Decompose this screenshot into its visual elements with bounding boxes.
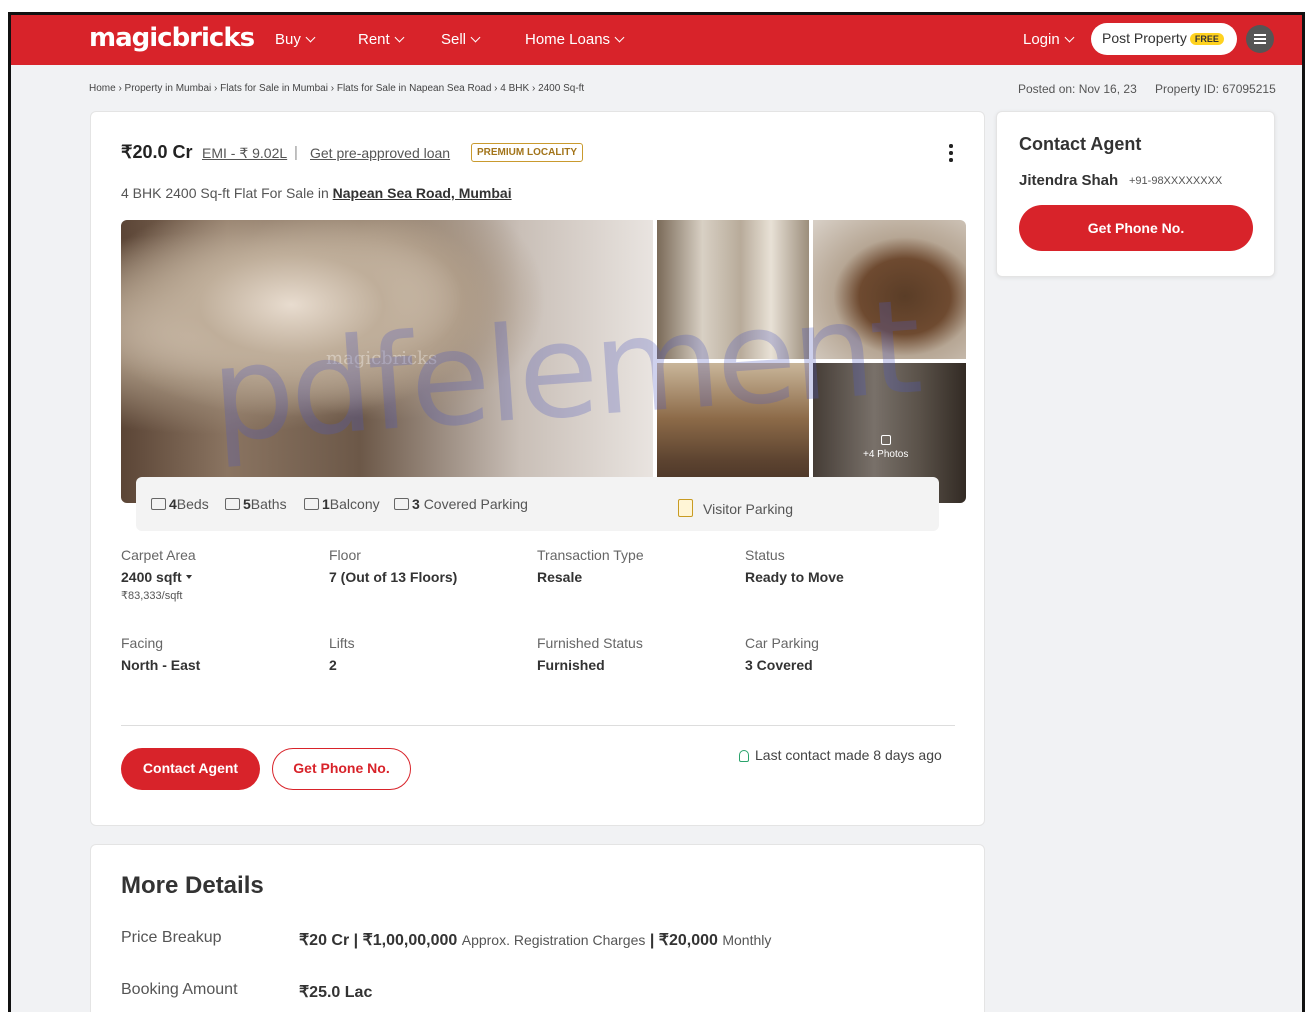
- spec-value: Resale: [537, 569, 583, 585]
- price-breakup-value: ₹20 Cr | ₹1,00,00,000 Approx. Registrati…: [299, 932, 772, 949]
- bath-icon: [225, 498, 240, 510]
- price-breakup-label: Price Breakup: [121, 929, 222, 946]
- chevron-down-icon: [470, 32, 481, 43]
- agent-get-phone-button[interactable]: Get Phone No.: [1019, 205, 1253, 251]
- spec-value: North - East: [121, 657, 201, 673]
- spec-label: Transaction Type: [537, 547, 644, 563]
- last-contact-info: Last contact made 8 days ago: [739, 747, 942, 763]
- price-per-sqft: ₹83,333/sqft: [121, 590, 183, 602]
- more-details-card: More Details Price Breakup ₹20 Cr | ₹1,0…: [90, 844, 985, 1012]
- emi-link[interactable]: EMI - ₹ 9.02L: [202, 145, 287, 162]
- magicbricks-logo[interactable]: magicbricks: [89, 23, 255, 53]
- nav-buy[interactable]: Buy: [275, 31, 316, 48]
- nav-sell-label: Sell: [441, 31, 467, 48]
- chevron-down-icon: [1064, 32, 1075, 43]
- spec-value: Furnished: [537, 657, 605, 673]
- free-badge: FREE: [1189, 33, 1224, 45]
- booking-amount-value: ₹25.0 Lac: [299, 984, 373, 1001]
- nav-home-loans[interactable]: Home Loans: [525, 31, 625, 48]
- nav-sell[interactable]: Sell: [441, 31, 481, 48]
- spec-label: Floor: [329, 547, 361, 563]
- spec-transaction-type: Transaction Type Resale: [537, 547, 644, 585]
- person-icon: [739, 750, 749, 762]
- contact-agent-card: Contact Agent Jitendra Shah +91-98XXXXXX…: [996, 111, 1275, 277]
- spec-car-parking: Car Parking 3 Covered: [745, 635, 819, 673]
- spec-label: Status: [745, 547, 785, 563]
- nav-buy-label: Buy: [275, 31, 301, 48]
- visitor-parking-icon: [678, 499, 693, 517]
- spec-furnished-status: Furnished Status Furnished: [537, 635, 643, 673]
- spec-label: Facing: [121, 635, 164, 651]
- location-link[interactable]: Napean Sea Road, Mumbai: [333, 185, 512, 201]
- baths-info: 5Baths: [225, 496, 287, 512]
- listing-card: ₹20.0 Cr EMI - ₹ 9.02L | Get pre-approve…: [90, 111, 985, 826]
- photo-icon: [880, 435, 891, 445]
- spec-value: 7 (Out of 13 Floors): [329, 569, 458, 585]
- login-label: Login: [1023, 31, 1060, 48]
- nav-rent[interactable]: Rent: [358, 31, 405, 48]
- subtitle-text: 4 BHK 2400 Sq-ft Flat For Sale in: [121, 185, 329, 201]
- spec-carpet-area: Carpet Area 2400 sqft ₹83,333/sqft: [121, 547, 196, 602]
- spec-label: Car Parking: [745, 635, 819, 651]
- agent-name: Jitendra Shah: [1019, 172, 1119, 189]
- listing-price: ₹20.0 Cr: [121, 142, 193, 162]
- get-phone-button[interactable]: Get Phone No.: [272, 748, 411, 790]
- thumbnail-photo[interactable]: [657, 220, 809, 359]
- amenities-bar: 4Beds 5Baths 1Balcony 3 Covered Parking …: [136, 477, 939, 531]
- balcony-icon: [304, 498, 319, 510]
- top-navbar: magicbricks Buy Rent Sell Home Loans Log…: [11, 15, 1302, 65]
- car-icon: [394, 498, 409, 510]
- main-photo[interactable]: magicbricks: [121, 220, 653, 503]
- nav-home-loans-label: Home Loans: [525, 31, 611, 48]
- thumbnail-photo[interactable]: [813, 220, 966, 359]
- visitor-parking-info: Visitor Parking: [678, 496, 793, 517]
- more-options-icon[interactable]: [949, 144, 955, 165]
- chevron-down-icon: [614, 32, 625, 43]
- pre-approved-loan-link[interactable]: Get pre-approved loan: [310, 145, 450, 161]
- spec-label: Lifts: [329, 635, 355, 651]
- spec-value[interactable]: 2400 sqft: [121, 569, 196, 585]
- balcony-info: 1Balcony: [304, 496, 380, 512]
- agent-card-title: Contact Agent: [1019, 134, 1142, 154]
- booking-amount-label: Booking Amount: [121, 981, 238, 998]
- listing-subtitle: 4 BHK 2400 Sq-ft Flat For Sale in Napean…: [121, 185, 512, 201]
- breadcrumb[interactable]: Home › Property in Mumbai › Flats for Sa…: [89, 83, 584, 94]
- caret-down-icon: [185, 575, 192, 579]
- chevron-down-icon: [305, 32, 316, 43]
- contact-agent-button[interactable]: Contact Agent: [121, 748, 260, 790]
- spec-status: Status Ready to Move: [745, 547, 844, 585]
- spec-value: Ready to Move: [745, 569, 844, 585]
- browser-frame: magicbricks Buy Rent Sell Home Loans Log…: [8, 12, 1305, 1012]
- nav-rent-label: Rent: [358, 31, 390, 48]
- more-photos-text: +4 Photos: [863, 449, 909, 460]
- more-photos-label: +4 Photos: [863, 435, 908, 460]
- spec-lifts: Lifts 2: [329, 635, 355, 673]
- premium-locality-badge: PREMIUM LOCALITY: [471, 143, 583, 162]
- beds-info: 4Beds: [151, 496, 209, 512]
- more-details-title: More Details: [121, 872, 264, 899]
- parking-info: 3 Covered Parking: [394, 496, 528, 512]
- spec-value: 2: [329, 657, 337, 673]
- post-property-button[interactable]: Post Property FREE: [1091, 23, 1237, 55]
- hamburger-menu-icon[interactable]: [1246, 25, 1274, 53]
- chevron-down-icon: [394, 32, 405, 43]
- spec-facing: Facing North - East: [121, 635, 200, 673]
- photo-watermark: magicbricks: [326, 348, 438, 369]
- agent-phone: +91-98XXXXXXXX: [1129, 175, 1223, 187]
- login-button[interactable]: Login: [1023, 31, 1075, 48]
- spec-label: Furnished Status: [537, 635, 643, 651]
- separator: |: [294, 144, 298, 161]
- photo-gallery[interactable]: magicbricks +4 Photos: [121, 220, 966, 503]
- spec-floor: Floor 7 (Out of 13 Floors): [329, 547, 457, 585]
- spec-value: 3 Covered: [745, 657, 813, 673]
- property-id: Property ID: 67095215: [1155, 82, 1276, 96]
- posted-date: Posted on: Nov 16, 23: [1018, 82, 1137, 96]
- divider: [121, 725, 955, 726]
- bed-icon: [151, 498, 166, 510]
- spec-label: Carpet Area: [121, 547, 196, 563]
- post-property-label: Post Property: [1102, 30, 1187, 46]
- last-contact-text: Last contact made 8 days ago: [755, 747, 942, 763]
